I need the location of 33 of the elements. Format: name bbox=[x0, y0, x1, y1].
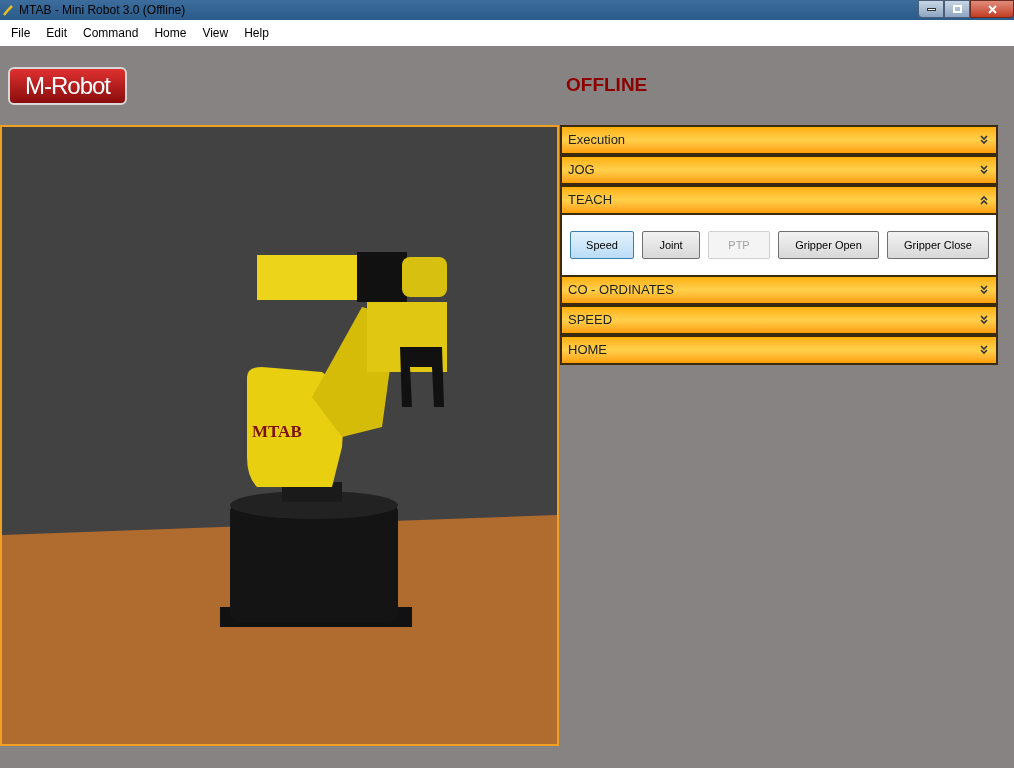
double-chevron-down-icon bbox=[980, 165, 988, 175]
status-text: OFFLINE bbox=[566, 73, 648, 98]
double-chevron-down-icon bbox=[980, 315, 988, 325]
window-title: MTAB - Mini Robot 3.0 (Offline) bbox=[19, 2, 186, 19]
accordion-header[interactable]: TEACH bbox=[560, 185, 998, 215]
accordion-header[interactable]: JOG bbox=[560, 155, 998, 185]
accordion-header[interactable]: HOME bbox=[560, 335, 998, 365]
menu-item[interactable]: Home bbox=[146, 24, 195, 42]
double-chevron-down-icon bbox=[980, 135, 988, 145]
double-chevron-up-icon bbox=[980, 195, 988, 205]
teach-button[interactable]: Joint bbox=[642, 231, 700, 259]
close-icon bbox=[987, 4, 997, 14]
menu-item[interactable]: Edit bbox=[38, 24, 76, 42]
accordion-header[interactable]: SPEED bbox=[560, 305, 998, 335]
minimize-button[interactable] bbox=[918, 0, 944, 18]
teach-button[interactable]: Gripper Open bbox=[778, 231, 879, 259]
viewport-3d[interactable]: MTAB bbox=[0, 125, 559, 746]
teach-button[interactable]: Speed bbox=[570, 231, 634, 259]
menu-item[interactable]: View bbox=[194, 24, 237, 42]
teach-button[interactable]: Gripper Close bbox=[887, 231, 989, 259]
restore-icon bbox=[952, 5, 962, 13]
accordion-header[interactable]: CO - ORDINATES bbox=[560, 275, 998, 305]
double-chevron-down-icon bbox=[980, 345, 988, 355]
menu-item[interactable]: Command bbox=[75, 24, 147, 42]
maximize-button[interactable] bbox=[944, 0, 970, 18]
accordion-header[interactable]: Execution bbox=[560, 125, 998, 155]
menu-item[interactable]: Help bbox=[236, 24, 277, 42]
menu-item[interactable]: File bbox=[3, 24, 39, 42]
close-button[interactable] bbox=[970, 0, 1014, 18]
robot-label: MTAB bbox=[252, 422, 302, 441]
logo-badge: M-Robot bbox=[8, 66, 127, 105]
minimize-icon bbox=[926, 7, 936, 11]
double-chevron-down-icon bbox=[980, 285, 988, 295]
